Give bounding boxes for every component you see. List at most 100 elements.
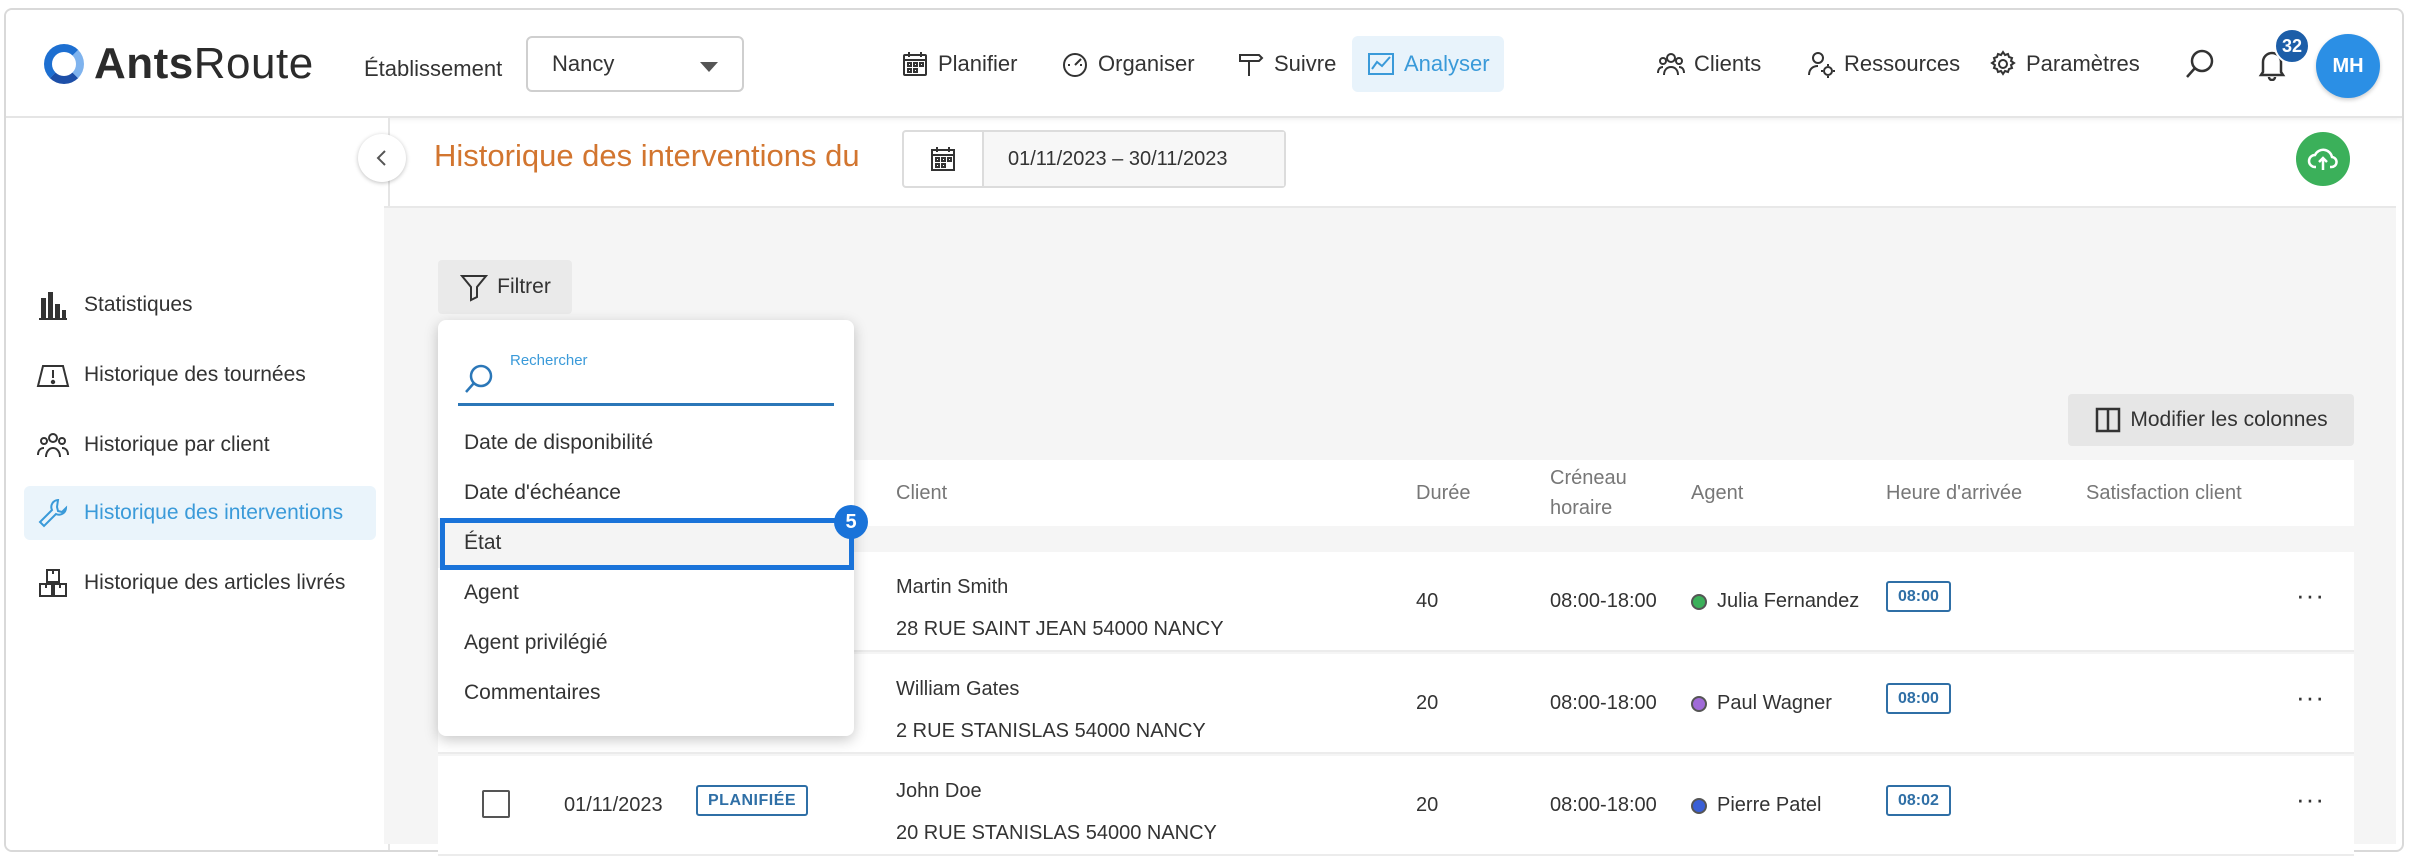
filter-button[interactable]: Filtrer [438, 260, 572, 314]
agent-color-dot [1691, 797, 1707, 814]
nav-suivre[interactable]: Suivre [1222, 36, 1350, 92]
duration: 40 [1416, 590, 1439, 612]
export-button[interactable] [2296, 132, 2350, 186]
logo-text: AntsRoute [94, 39, 314, 88]
header-agent[interactable]: Agent [1691, 460, 1743, 526]
client-name: William Gates [896, 678, 1020, 700]
filter-option-commentaires[interactable]: Commentaires [438, 668, 854, 718]
nav-suivre-label: Suivre [1274, 51, 1337, 76]
filter-search-field[interactable]: Rechercher [458, 346, 834, 406]
notification-badge: 32 [2274, 28, 2310, 64]
sidebar-item-label: Historique des tournées [84, 363, 306, 386]
sidebar-item-label: Historique des articles livrés [84, 571, 346, 594]
date-range-value: 01/11/2023 – 30/11/2023 [984, 132, 1284, 186]
row-checkbox[interactable] [482, 790, 510, 818]
header-client[interactable]: Client [896, 460, 947, 526]
nav-analyser[interactable]: Analyser [1352, 36, 1504, 92]
client-address: 2 RUE STANISLAS 54000 NANCY [896, 720, 1206, 742]
nav-analyser-label: Analyser [1404, 51, 1490, 76]
user-gear-icon [1808, 52, 1835, 78]
gauge-icon [1063, 53, 1087, 77]
establishment-label: Établissement [364, 56, 503, 81]
calendar-button[interactable] [904, 132, 984, 186]
modify-columns-button[interactable]: Modifier les colonnes [2068, 394, 2354, 446]
clients-icon [37, 433, 69, 458]
map-icon [36, 365, 70, 387]
columns-icon [2096, 407, 2121, 433]
nav-ressources[interactable]: Ressources [1792, 36, 1974, 92]
wrench-icon [38, 498, 68, 528]
sidebar-collapse-button[interactable] [358, 134, 406, 182]
boxes-icon [39, 569, 67, 597]
header-heure[interactable]: Heure d'arrivée [1886, 460, 2022, 526]
sidebar-item-label: Statistiques [84, 293, 193, 316]
logo-mark-icon [44, 44, 84, 84]
nav-planifier[interactable]: Planifier [886, 36, 1031, 92]
arrival-time-badge: 08:02 [1886, 785, 1951, 816]
agent: Pierre Patel [1691, 794, 1822, 817]
arrival-time-badge: 08:00 [1886, 683, 1951, 714]
page-title: Historique des interventions du [434, 138, 860, 173]
header-creneau-line2: horaire [1550, 497, 1613, 519]
establishment-value: Nancy [552, 51, 615, 76]
agent: Paul Wagner [1691, 692, 1832, 715]
chevron-down-icon [700, 62, 718, 72]
modify-columns-label: Modifier les colonnes [2130, 408, 2328, 431]
step-highlight-box [440, 518, 854, 570]
sidebar-item-par-client[interactable]: Historique par client [24, 418, 376, 472]
header-satisfaction[interactable]: Satisfaction client [2086, 460, 2242, 526]
gear-icon [1990, 50, 2016, 76]
nav-parametres-label: Paramètres [2026, 51, 2140, 76]
avatar[interactable]: MH [2316, 34, 2380, 98]
date-range-picker[interactable]: 01/11/2023 – 30/11/2023 [902, 130, 1286, 188]
duration: 20 [1416, 692, 1439, 714]
sidebar-item-articles[interactable]: Historique des articles livrés [24, 556, 376, 610]
filter-option-agent-privilegie[interactable]: Agent privilégié [438, 618, 854, 668]
client-name: Martin Smith [896, 576, 1009, 598]
row-menu-button[interactable]: ··· [2296, 580, 2325, 611]
agent-name: Pierre Patel [1717, 794, 1822, 816]
filter-option-date-disponibilite[interactable]: Date de disponibilité [438, 418, 854, 468]
sidebar: Statistiques Historique des tournées His… [6, 118, 390, 850]
antsroute-logo[interactable]: AntsRoute [44, 36, 314, 92]
establishment-select[interactable]: Nancy [526, 36, 744, 92]
nav-organiser[interactable]: Organiser [1046, 36, 1209, 92]
client-address: 28 RUE SAINT JEAN 54000 NANCY [896, 618, 1224, 640]
nav-clients[interactable]: Clients [1642, 36, 1775, 92]
nav-parametres[interactable]: Paramètres [1974, 36, 2154, 92]
status-badge: PLANIFIÉE [696, 785, 809, 816]
nav-ressources-label: Ressources [1844, 51, 1961, 76]
header-creneau-line1: Créneau [1550, 467, 1627, 489]
search-button[interactable] [2176, 40, 2224, 88]
users-icon [1657, 53, 1685, 76]
filter-search-placeholder: Rechercher [510, 352, 588, 369]
top-navigation: AntsRoute Établissement Nancy Planifier … [6, 10, 2402, 118]
arrival-time-badge: 08:00 [1886, 581, 1951, 612]
header-creneau[interactable]: Créneau horaire [1550, 460, 1627, 526]
intervention-date: 01/11/2023 [564, 794, 663, 816]
filter-option-date-echeance[interactable]: Date d'échéance [438, 468, 854, 518]
table-row[interactable]: 01/11/2023 PLANIFIÉE John Doe 20 RUE STA… [438, 756, 2354, 856]
cloud-upload-icon [2307, 148, 2338, 170]
sidebar-item-statistiques[interactable]: Statistiques [24, 278, 376, 332]
filter-option-agent[interactable]: Agent [438, 568, 854, 618]
step-number-badge: 5 [834, 505, 868, 539]
header-duree[interactable]: Durée [1416, 460, 1470, 526]
agent: Julia Fernandez [1691, 590, 1859, 613]
nav-clients-label: Clients [1694, 51, 1762, 76]
row-menu-button[interactable]: ··· [2296, 682, 2325, 713]
calendar-icon [903, 52, 927, 76]
sidebar-item-tournees[interactable]: Historique des tournées [24, 348, 376, 402]
nav-organiser-label: Organiser [1098, 51, 1195, 76]
row-menu-button[interactable]: ··· [2296, 784, 2325, 815]
calendar-icon [931, 147, 955, 171]
time-slot: 08:00-18:00 [1550, 692, 1657, 714]
search-icon [2186, 49, 2214, 78]
agent-color-dot [1691, 593, 1707, 610]
sidebar-item-interventions[interactable]: Historique des interventions [24, 486, 376, 540]
sidebar-item-label: Historique des interventions [84, 501, 344, 524]
agent-name: Paul Wagner [1717, 692, 1832, 714]
search-icon [465, 364, 493, 393]
agent-name: Julia Fernandez [1717, 590, 1860, 612]
duration: 20 [1416, 794, 1439, 816]
